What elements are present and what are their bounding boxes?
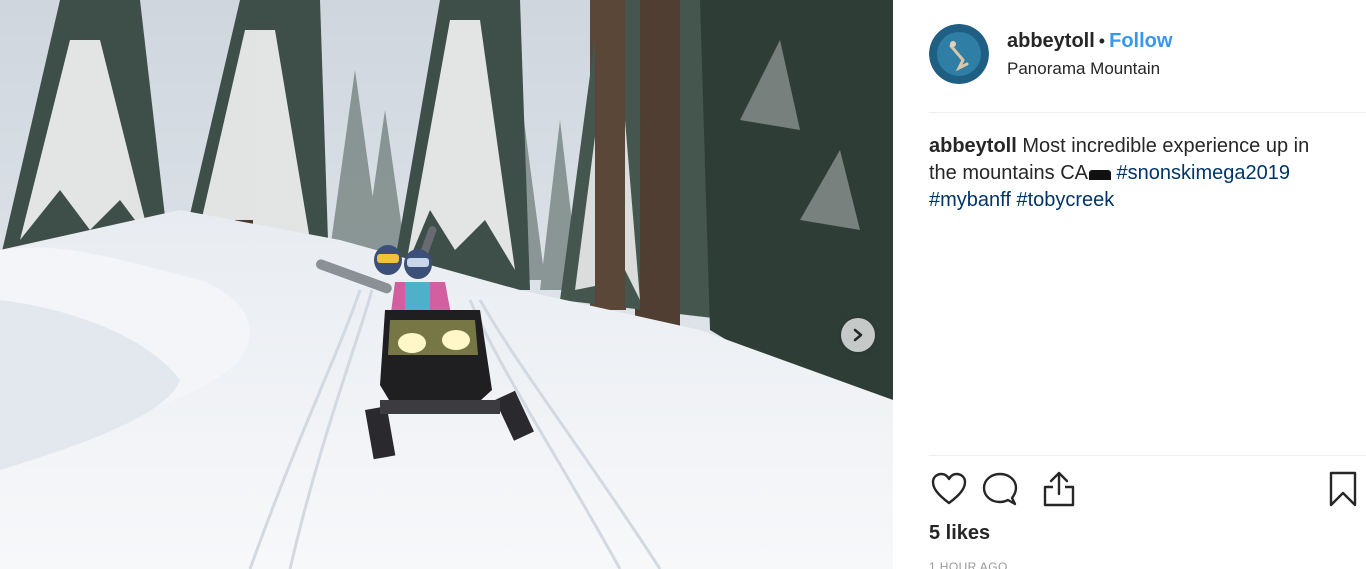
post-caption: abbeytoll Most incredible experience up … [929,133,1349,214]
bookmark-icon [1329,471,1357,507]
avatar[interactable] [929,24,989,84]
save-button[interactable] [1323,469,1363,509]
hashtag-link[interactable]: #mybanff [929,189,1011,211]
follow-button[interactable]: Follow [1109,30,1172,52]
comment-icon [982,472,1018,506]
post-header: abbeytoll • Follow Panorama Mountain [929,24,1360,112]
like-button[interactable] [929,469,969,509]
heart-icon [931,472,967,505]
comment-button[interactable] [980,469,1020,509]
next-photo-button[interactable] [841,318,875,352]
share-icon [1043,471,1075,507]
post-photo[interactable] [0,0,893,569]
divider [929,455,1366,456]
share-button[interactable] [1039,469,1079,509]
hashtag-link[interactable]: #tobycreek [1016,189,1114,211]
post-sidebar: abbeytoll • Follow Panorama Mountain abbey… [893,0,1366,569]
chevron-right-icon [853,328,863,342]
separator-dot: • [1098,31,1106,51]
post-timestamp: 1 HOUR AGO [929,560,1008,569]
flag-emoji-icon [1088,170,1111,180]
likes-count[interactable]: 5 likes [929,522,990,545]
caption-username-link[interactable]: abbeytoll [929,135,1017,157]
location-link[interactable]: Panorama Mountain [1007,59,1172,79]
action-bar [929,469,1357,511]
caption-text-line2: the mountains CA [929,162,1088,184]
hashtag-link[interactable]: #snonskimega2019 [1117,162,1290,184]
header-text: abbeytoll • Follow Panorama Mountain [1007,30,1172,79]
username-link[interactable]: abbeytoll [1007,30,1095,52]
snowmobile-photo [0,0,893,569]
divider [929,112,1366,113]
caption-text-line1: Most incredible experience up in [1022,135,1310,157]
